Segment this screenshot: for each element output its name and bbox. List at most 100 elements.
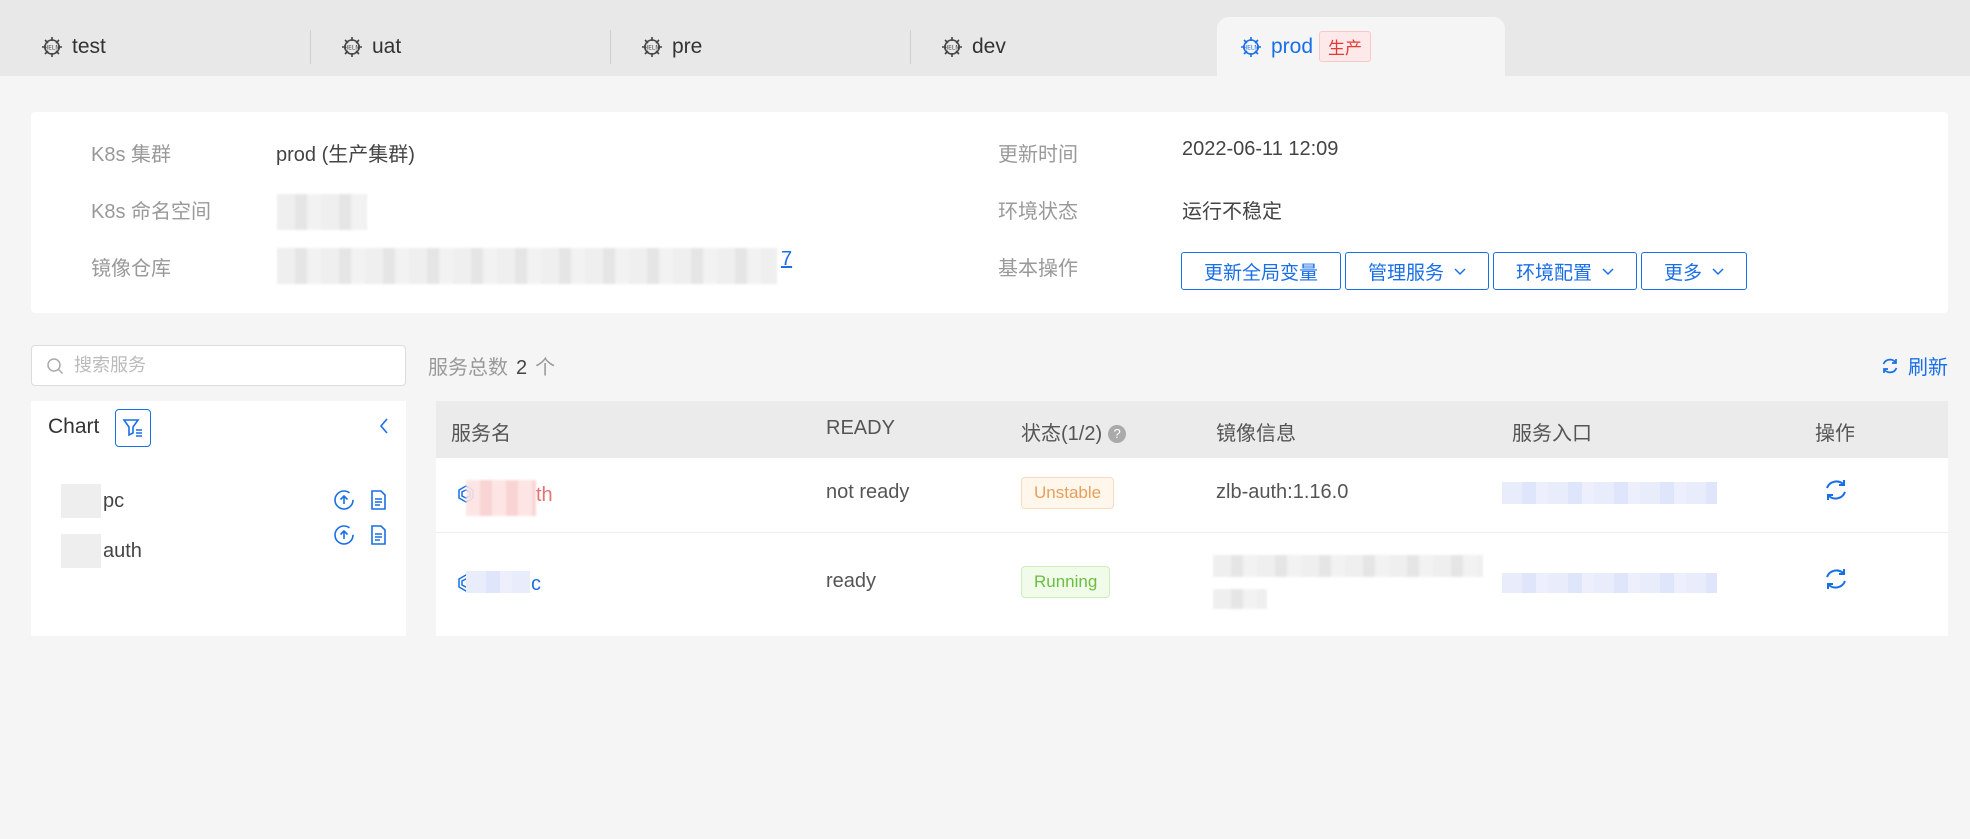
registry-link[interactable]: 7 <box>781 248 792 271</box>
cluster-label: K8s 集群 <box>91 144 172 166</box>
header-entry: 服务入口 <box>1512 423 1592 445</box>
production-tag: 生产 <box>1319 31 1372 62</box>
helm-icon: HELM <box>40 36 64 58</box>
registry-value-redacted <box>277 248 777 284</box>
image-value-redacted <box>1213 589 1267 609</box>
svg-text:HELM: HELM <box>944 44 961 51</box>
upgrade-icon[interactable] <box>333 524 355 546</box>
header-status: 状态(1/2)? <box>1021 417 1127 446</box>
chart-panel: Chart pc auth <box>31 401 406 636</box>
service-entry-redacted <box>1502 573 1717 593</box>
service-entry-redacted <box>1502 482 1717 504</box>
tab-label: prod <box>1271 34 1314 58</box>
button-label: 更新全局变量 <box>1204 262 1319 284</box>
registry-label: 镜像仓库 <box>91 258 171 280</box>
table-row: c ready Running <box>436 533 1948 636</box>
update-globals-button[interactable]: 更新全局变量 <box>1181 252 1342 290</box>
helm-icon: HELM <box>940 36 964 58</box>
header-ready: READY <box>826 417 895 439</box>
collapse-panel-icon[interactable] <box>378 416 390 436</box>
service-count: 服务总数 2 个 <box>428 351 555 380</box>
button-label: 环境配置 <box>1516 262 1593 284</box>
manage-services-button[interactable]: 管理服务 <box>1345 252 1490 290</box>
namespace-label: K8s 命名空间 <box>91 201 212 223</box>
filter-button[interactable] <box>115 409 151 447</box>
service-name-link[interactable]: th <box>536 484 553 507</box>
document-icon[interactable] <box>367 524 389 546</box>
chart-item-actions <box>333 524 389 546</box>
more-button[interactable]: 更多 <box>1641 252 1748 290</box>
helm-icon: HELM <box>1239 36 1263 58</box>
helm-icon: HELM <box>640 36 664 58</box>
chart-item-actions <box>333 489 389 511</box>
table-header: 服务名 READY 状态(1/2)? 镜像信息 服务入口 操作 <box>436 401 1948 458</box>
tab-dev[interactable]: HELM dev <box>900 17 1210 76</box>
tab-prod[interactable]: HELM prod 生产 <box>1217 17 1505 76</box>
tab-label: test <box>72 34 106 58</box>
chevron-down-icon <box>1712 265 1724 277</box>
redacted-text <box>466 571 530 593</box>
namespace-value-redacted <box>277 194 367 230</box>
chevron-down-icon <box>1602 265 1614 277</box>
update-time-value: 2022-06-11 12:09 <box>1182 138 1339 160</box>
env-status-value: 运行不稳定 <box>1182 201 1282 223</box>
tab-test[interactable]: HELM test <box>0 17 310 76</box>
env-config-button[interactable]: 环境配置 <box>1493 252 1638 290</box>
tab-uat[interactable]: HELM uat <box>300 17 610 76</box>
search-icon <box>46 357 64 375</box>
header-service-name: 服务名 <box>451 423 511 445</box>
refresh-button[interactable]: 刷新 <box>1880 351 1948 380</box>
image-value-redacted <box>1213 555 1483 577</box>
refresh-icon <box>1880 356 1900 376</box>
tab-label: uat <box>372 34 402 58</box>
svg-text:HELM: HELM <box>344 44 361 51</box>
ready-value: not ready <box>826 481 910 503</box>
button-label: 更多 <box>1664 262 1703 284</box>
tab-label: dev <box>972 34 1006 58</box>
header-image: 镜像信息 <box>1216 423 1296 445</box>
redeploy-icon[interactable] <box>1822 476 1850 504</box>
update-time-label: 更新时间 <box>998 144 1078 166</box>
service-count-value: 2 <box>516 357 528 379</box>
chart-item-label: auth <box>103 539 142 562</box>
cluster-value: prod (生产集群) <box>276 144 415 166</box>
service-count-label: 服务总数 <box>428 357 508 379</box>
filter-icon <box>122 417 144 439</box>
service-search[interactable] <box>31 345 406 386</box>
chart-item-label: pc <box>103 489 125 512</box>
table-row: th not ready Unstable zlb-auth:1.16.0 <box>436 458 1948 533</box>
redacted-text <box>61 484 101 518</box>
upgrade-icon[interactable] <box>333 489 355 511</box>
basic-ops-label: 基本操作 <box>998 258 1078 280</box>
status-badge: Unstable <box>1021 477 1115 509</box>
helm-icon: HELM <box>340 36 364 58</box>
document-icon[interactable] <box>367 489 389 511</box>
chart-item[interactable]: pc <box>61 484 124 518</box>
redacted-text <box>466 480 536 516</box>
service-table: 服务名 READY 状态(1/2)? 镜像信息 服务入口 操作 th not r… <box>436 401 1948 636</box>
service-count-unit: 个 <box>535 357 556 379</box>
redacted-text <box>61 534 101 568</box>
ready-value: ready <box>826 570 877 592</box>
chart-panel-title: Chart <box>48 415 100 438</box>
image-value: zlb-auth:1.16.0 <box>1216 481 1349 503</box>
header-status-label: 状态(1/2) <box>1021 423 1103 445</box>
basic-ops-group: 更新全局变量 管理服务 环境配置 更多 <box>1181 252 1748 290</box>
search-input[interactable] <box>74 355 374 376</box>
refresh-label: 刷新 <box>1908 357 1948 379</box>
tab-pre[interactable]: HELM pre <box>600 17 910 76</box>
tab-label: pre <box>672 34 703 58</box>
help-icon[interactable]: ? <box>1108 425 1127 443</box>
chevron-down-icon <box>1454 265 1466 277</box>
header-actions: 操作 <box>1815 423 1855 445</box>
svg-text:HELM: HELM <box>1243 44 1260 51</box>
redeploy-icon[interactable] <box>1822 565 1850 593</box>
service-name-link[interactable]: c <box>531 573 541 596</box>
env-status-label: 环境状态 <box>998 201 1078 223</box>
status-badge: Running <box>1021 566 1111 598</box>
svg-text:HELM: HELM <box>644 44 661 51</box>
chart-item[interactable]: auth <box>61 534 142 568</box>
env-tab-bar: HELM test HELM uat HELM pre HELM dev HEL… <box>0 0 1970 76</box>
button-label: 管理服务 <box>1368 262 1445 284</box>
svg-text:HELM: HELM <box>44 44 61 51</box>
